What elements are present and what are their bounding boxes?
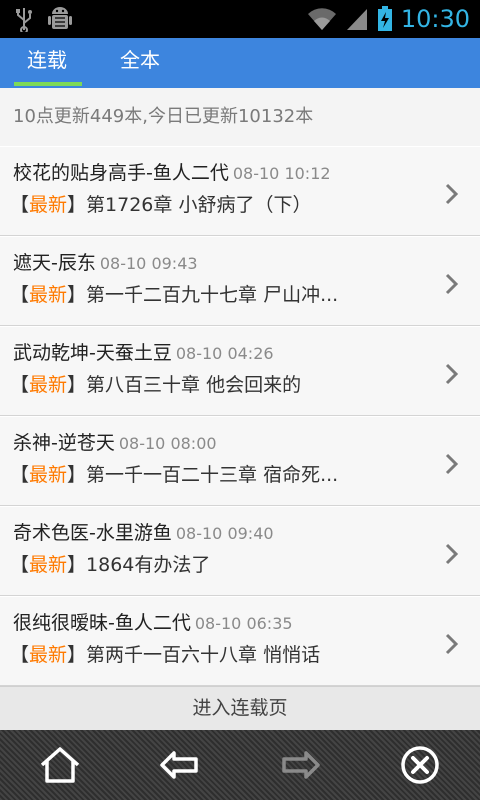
bracket-close: 】	[67, 194, 87, 216]
new-tag: 最新	[29, 554, 68, 576]
novel-title-line: 武动乾坤-天蚕土豆 08-10 04:26	[13, 338, 274, 365]
latest-chapter-line: 【最新】1864有办法了	[10, 550, 370, 577]
list-item[interactable]: 杀神-逆苍天 08-10 08:00 【最新】第一千一百二十三章 宿命死...	[0, 416, 480, 506]
new-tag: 最新	[29, 374, 68, 396]
chevron-right-icon	[445, 273, 459, 295]
novel-title: 杀神-逆苍天	[13, 432, 115, 454]
active-tab-indicator	[14, 82, 82, 86]
battery-charging-icon	[377, 6, 392, 31]
update-time: 08-10 10:12	[232, 164, 331, 183]
bracket-open: 【	[10, 374, 30, 396]
forward-arrow-icon[interactable]	[278, 743, 322, 787]
latest-chapter: 第一千二百九十七章 尸山冲...	[86, 284, 339, 306]
new-tag: 最新	[29, 194, 68, 216]
novel-title-line: 很纯很暧昧-鱼人二代 08-10 06:35	[13, 608, 293, 635]
signal-icon	[346, 9, 367, 30]
back-arrow-icon[interactable]	[158, 743, 202, 787]
bracket-close: 】	[67, 554, 87, 576]
latest-chapter-line: 【最新】第一千二百九十七章 尸山冲...	[10, 280, 370, 307]
novel-title-line: 奇术色医-水里游鱼 08-10 09:40	[13, 518, 274, 545]
clock: 10:30	[400, 5, 470, 33]
list-item[interactable]: 武动乾坤-天蚕土豆 08-10 04:26 【最新】第八百三十章 他会回来的	[0, 326, 480, 416]
tab-serialized[interactable]: 连载	[12, 38, 82, 88]
novel-title: 遮天-辰东	[13, 252, 96, 274]
usb-icon	[16, 8, 32, 32]
new-tag: 最新	[29, 464, 68, 486]
update-time: 08-10 09:40	[175, 524, 274, 543]
bracket-open: 【	[10, 554, 30, 576]
bracket-close: 】	[67, 644, 87, 666]
new-tag: 最新	[29, 644, 68, 666]
latest-chapter: 1864有办法了	[86, 554, 211, 576]
latest-chapter-line: 【最新】第八百三十章 他会回来的	[10, 370, 370, 397]
list-item[interactable]: 遮天-辰东 08-10 09:43 【最新】第一千二百九十七章 尸山冲...	[0, 236, 480, 326]
latest-chapter-line: 【最新】第1726章 小舒病了（下）	[10, 190, 370, 217]
latest-chapter-line: 【最新】第两千一百六十八章 悄悄话	[10, 640, 370, 667]
latest-chapter: 第1726章 小舒病了（下）	[86, 194, 312, 216]
chevron-right-icon	[445, 543, 459, 565]
latest-chapter: 第八百三十章 他会回来的	[86, 374, 302, 396]
close-icon[interactable]	[398, 743, 442, 787]
list-item[interactable]: 校花的贴身高手-鱼人二代 08-10 10:12 【最新】第1726章 小舒病了（…	[0, 146, 480, 236]
bracket-close: 】	[67, 464, 87, 486]
update-time: 08-10 08:00	[118, 434, 217, 453]
chevron-right-icon	[445, 453, 459, 475]
novel-title-line: 遮天-辰东 08-10 09:43	[13, 248, 198, 275]
novel-list: 校花的贴身高手-鱼人二代 08-10 10:12 【最新】第1726章 小舒病了（…	[0, 146, 480, 686]
novel-title: 校花的贴身高手-鱼人二代	[13, 162, 229, 184]
list-item[interactable]: 很纯很暧昧-鱼人二代 08-10 06:35 【最新】第两千一百六十八章 悄悄话	[0, 596, 480, 686]
tab-complete[interactable]: 全本	[105, 38, 175, 88]
bracket-close: 】	[67, 284, 87, 306]
latest-chapter: 第一千一百二十三章 宿命死...	[86, 464, 339, 486]
novel-title-line: 校花的贴身高手-鱼人二代 08-10 10:12	[13, 158, 331, 185]
chevron-right-icon	[445, 363, 459, 385]
update-time: 08-10 04:26	[175, 344, 274, 363]
chevron-right-icon	[445, 633, 459, 655]
novel-title-line: 杀神-逆苍天 08-10 08:00	[13, 428, 217, 455]
bottom-toolbar	[0, 730, 480, 800]
tab-bar: 连载 全本	[0, 38, 480, 126]
bracket-open: 【	[10, 464, 30, 486]
latest-chapter-line: 【最新】第一千一百二十三章 宿命死...	[10, 460, 370, 487]
latest-chapter: 第两千一百六十八章 悄悄话	[86, 644, 321, 666]
update-time: 08-10 06:35	[194, 614, 293, 633]
new-tag: 最新	[29, 284, 68, 306]
bracket-open: 【	[10, 284, 30, 306]
novel-title: 武动乾坤-天蚕土豆	[13, 342, 172, 364]
bracket-close: 】	[67, 374, 87, 396]
enter-serialized-page-link[interactable]: 进入连载页	[0, 686, 480, 730]
novel-title: 奇术色医-水里游鱼	[13, 522, 172, 544]
list-item[interactable]: 奇术色医-水里游鱼 08-10 09:40 【最新】1864有办法了	[0, 506, 480, 596]
novel-title: 很纯很暧昧-鱼人二代	[13, 612, 191, 634]
status-bar: 10:30	[0, 0, 480, 38]
wifi-icon	[307, 8, 336, 31]
bracket-open: 【	[10, 194, 30, 216]
android-debug-icon	[48, 7, 72, 29]
bracket-open: 【	[10, 644, 30, 666]
update-time: 08-10 09:43	[99, 254, 198, 273]
chevron-right-icon	[445, 183, 459, 205]
update-summary: 10点更新449本,今日已更新10132本	[0, 88, 480, 146]
home-icon[interactable]	[38, 743, 82, 787]
